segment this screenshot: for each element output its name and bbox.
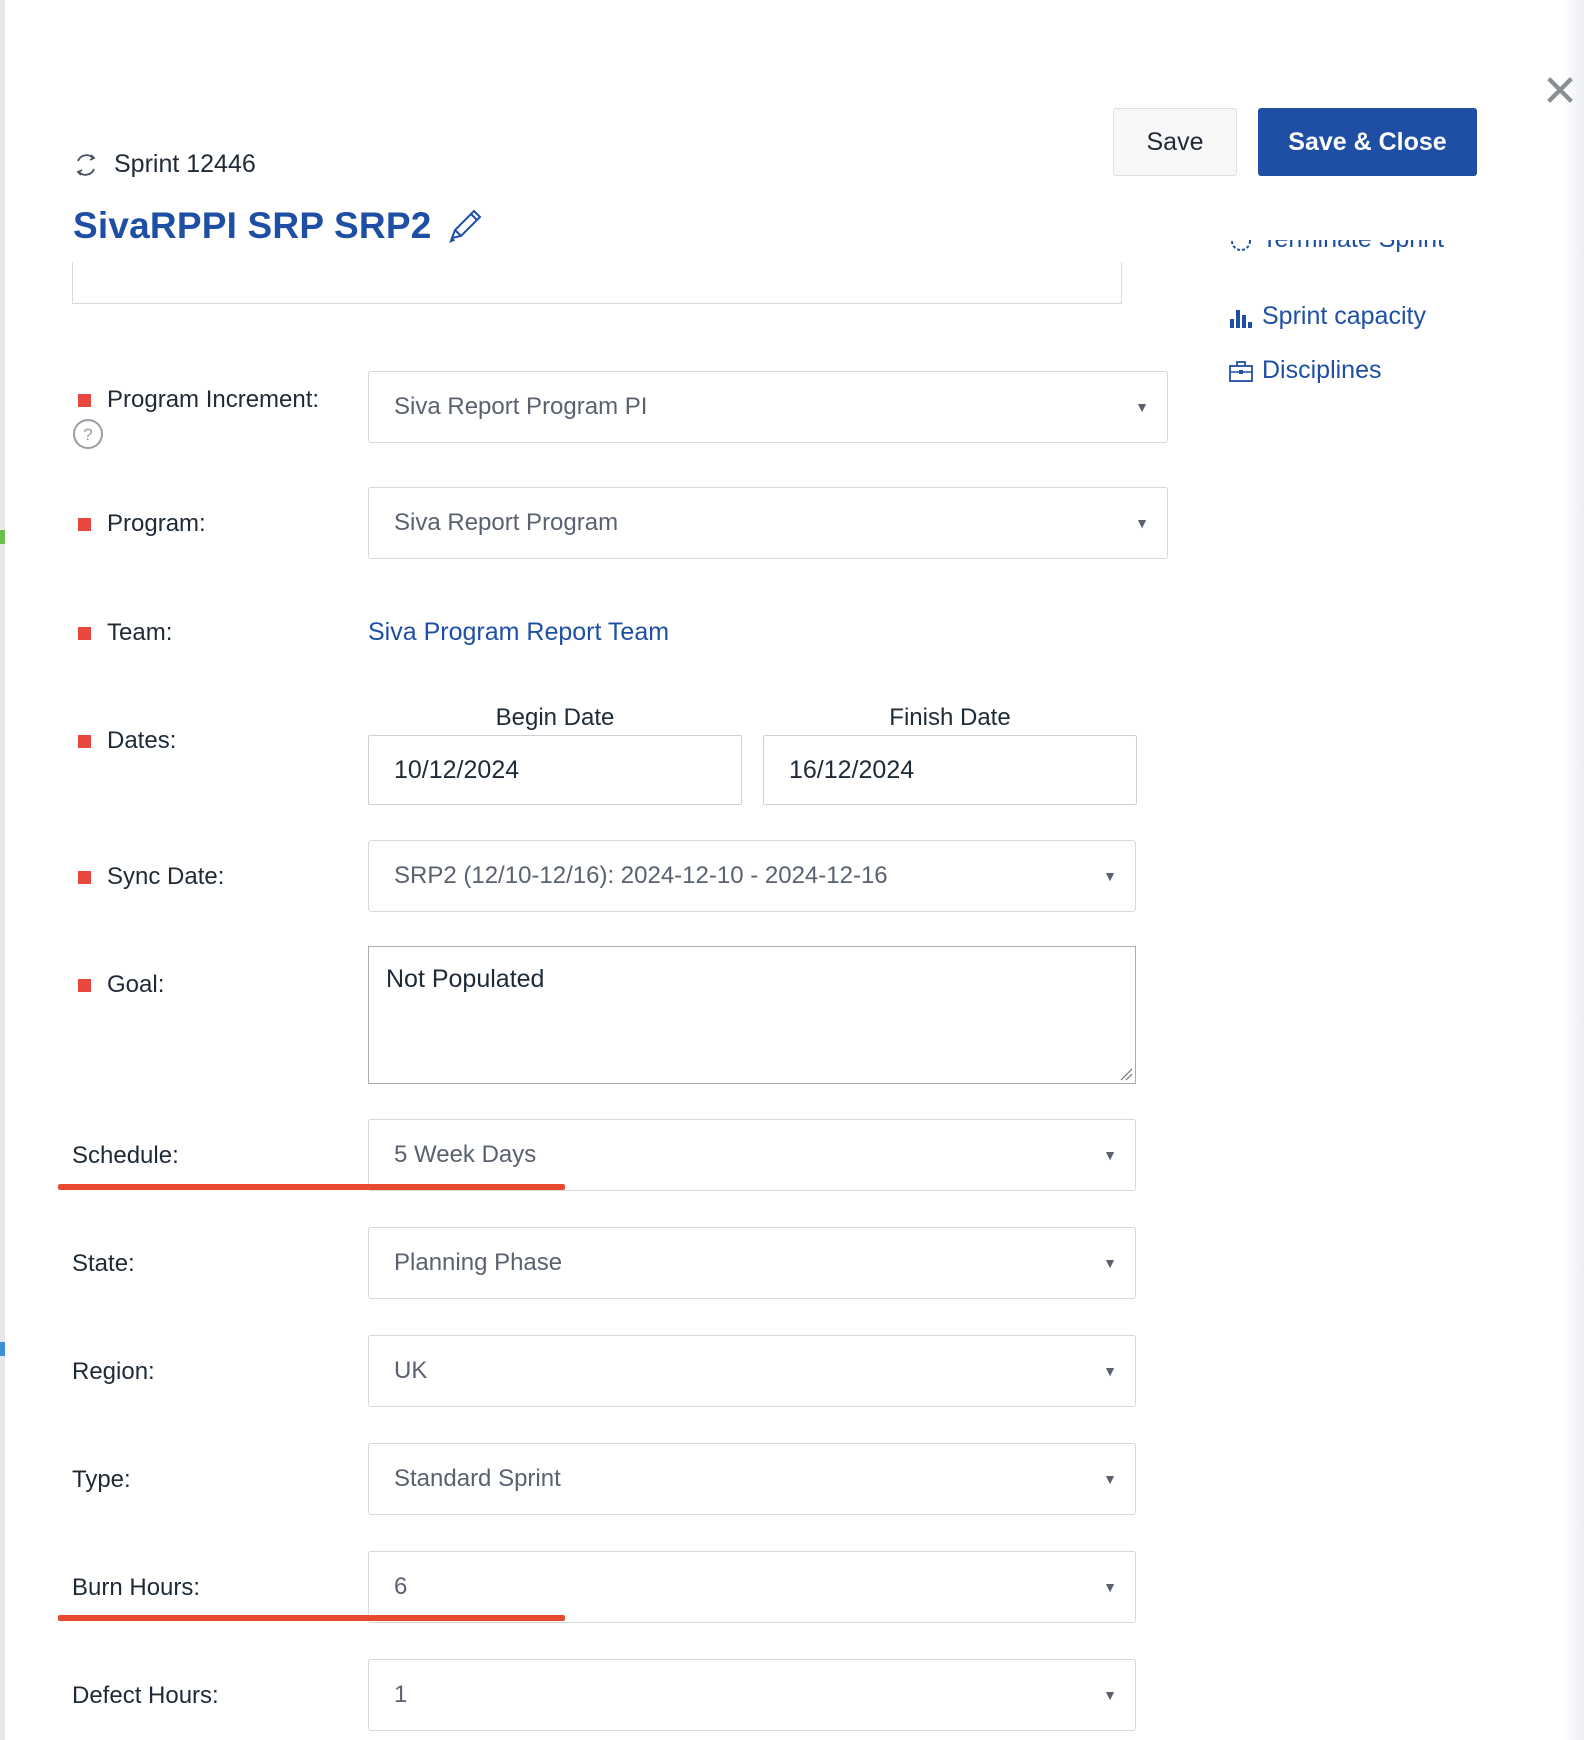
- sync-date-select[interactable]: SRP2 (12/10-12/16): 2024-12-10 - 2024-12…: [368, 840, 1136, 912]
- status-tick: [0, 530, 5, 544]
- overlay-edge: [1564, 0, 1584, 1740]
- goal-label: Goal:: [72, 971, 164, 999]
- dropdown-caret-icon: ▼: [1135, 399, 1149, 415]
- burn-hours-value: 6: [394, 1573, 408, 1600]
- burn-hours-select[interactable]: 6 ▼: [368, 1551, 1136, 1623]
- page-title-text: SivaRPPI SRP SRP2: [73, 205, 432, 246]
- annotation-underline: [58, 1184, 565, 1190]
- terminate-sprint-link[interactable]: Terminate Sprint: [1228, 240, 1444, 266]
- sync-date-value: SRP2 (12/10-12/16): 2024-12-10 - 2024-12…: [394, 862, 888, 889]
- save-button[interactable]: Save: [1113, 108, 1237, 176]
- bar-chart-icon: [1230, 309, 1252, 328]
- sprint-capacity-link[interactable]: Sprint capacity: [1228, 302, 1426, 331]
- pencil-icon[interactable]: [446, 207, 484, 245]
- state-value: Planning Phase: [394, 1249, 563, 1276]
- dropdown-caret-icon: ▼: [1103, 868, 1117, 884]
- terminate-sprint-label: Terminate Sprint: [1262, 240, 1444, 254]
- sprint-identifier: Sprint 12446: [72, 150, 256, 179]
- dates-label-text: Dates:: [107, 727, 177, 754]
- dropdown-caret-icon: ▼: [1103, 1147, 1117, 1163]
- begin-date-input[interactable]: 10/12/2024: [368, 735, 742, 805]
- schedule-select[interactable]: 5 Week Days ▼: [368, 1119, 1136, 1191]
- dropdown-caret-icon: ▼: [1103, 1255, 1117, 1271]
- help-icon[interactable]: ?: [72, 418, 104, 450]
- required-marker: [78, 626, 91, 640]
- type-value: Standard Sprint: [394, 1465, 561, 1492]
- dates-label: Dates:: [72, 727, 176, 755]
- goal-value: Not Populated: [386, 965, 545, 993]
- dropdown-caret-icon: ▼: [1103, 1687, 1117, 1703]
- program-label: Program:: [72, 510, 206, 538]
- dropdown-caret-icon: ▼: [1135, 515, 1149, 531]
- defect-hours-select[interactable]: 1 ▼: [368, 1659, 1136, 1731]
- sync-date-label-text: Sync Date:: [107, 863, 225, 890]
- state-label: State:: [72, 1250, 135, 1277]
- dropdown-caret-icon: ▼: [1103, 1471, 1117, 1487]
- description-box[interactable]: [72, 262, 1122, 304]
- required-marker: [78, 734, 91, 748]
- program-label-text: Program:: [107, 510, 206, 537]
- disciplines-link[interactable]: Disciplines: [1228, 356, 1381, 385]
- required-marker: [78, 870, 91, 884]
- resize-handle-icon[interactable]: [1119, 1067, 1133, 1081]
- schedule-label: Schedule:: [72, 1142, 179, 1169]
- sprint-label: Sprint 12446: [114, 150, 256, 178]
- program-increment-select[interactable]: Siva Report Program PI ▼: [368, 371, 1168, 443]
- briefcase-icon: [1229, 360, 1253, 382]
- region-label: Region:: [72, 1358, 155, 1385]
- region-value: UK: [394, 1357, 428, 1384]
- state-select[interactable]: Planning Phase ▼: [368, 1227, 1136, 1299]
- dropdown-caret-icon: ▼: [1103, 1363, 1117, 1379]
- type-select[interactable]: Standard Sprint ▼: [368, 1443, 1136, 1515]
- goal-textarea[interactable]: Not Populated: [368, 946, 1136, 1084]
- begin-date-header: Begin Date: [495, 704, 615, 731]
- team-label-text: Team:: [107, 619, 173, 646]
- disciplines-label: Disciplines: [1262, 356, 1382, 384]
- close-icon[interactable]: ✕: [1538, 70, 1582, 114]
- annotation-underline: [58, 1615, 565, 1621]
- burn-hours-label: Burn Hours:: [72, 1574, 201, 1601]
- page-title: SivaRPPI SRP SRP2: [73, 205, 484, 247]
- team-link[interactable]: Siva Program Report Team: [368, 618, 669, 647]
- sync-date-label: Sync Date:: [72, 863, 224, 891]
- program-value: Siva Report Program: [394, 509, 619, 536]
- dropdown-caret-icon: ▼: [1103, 1579, 1117, 1595]
- sprint-capacity-label: Sprint capacity: [1262, 302, 1426, 330]
- finish-date-header: Finish Date: [889, 704, 1011, 731]
- background-panel-edge: [0, 0, 5, 1740]
- sync-icon: [76, 153, 96, 176]
- program-increment-label: Program Increment:: [72, 386, 319, 414]
- required-marker: [78, 517, 91, 531]
- required-marker: [78, 978, 91, 992]
- svg-text:?: ?: [83, 425, 92, 444]
- finish-date-input[interactable]: 16/12/2024: [763, 735, 1137, 805]
- status-tick: [0, 1342, 5, 1356]
- required-marker: [78, 393, 91, 407]
- save-and-close-button[interactable]: Save & Close: [1258, 108, 1477, 176]
- defect-hours-value: 1: [394, 1681, 408, 1708]
- team-label: Team:: [72, 619, 172, 647]
- schedule-value: 5 Week Days: [394, 1141, 537, 1168]
- region-select[interactable]: UK ▼: [368, 1335, 1136, 1407]
- gear-icon: [1231, 240, 1251, 251]
- program-select[interactable]: Siva Report Program ▼: [368, 487, 1168, 559]
- program-increment-label-text: Program Increment:: [107, 386, 320, 413]
- type-label: Type:: [72, 1466, 131, 1493]
- program-increment-value: Siva Report Program PI: [394, 393, 648, 420]
- defect-hours-label: Defect Hours:: [72, 1682, 219, 1709]
- goal-label-text: Goal:: [107, 971, 165, 998]
